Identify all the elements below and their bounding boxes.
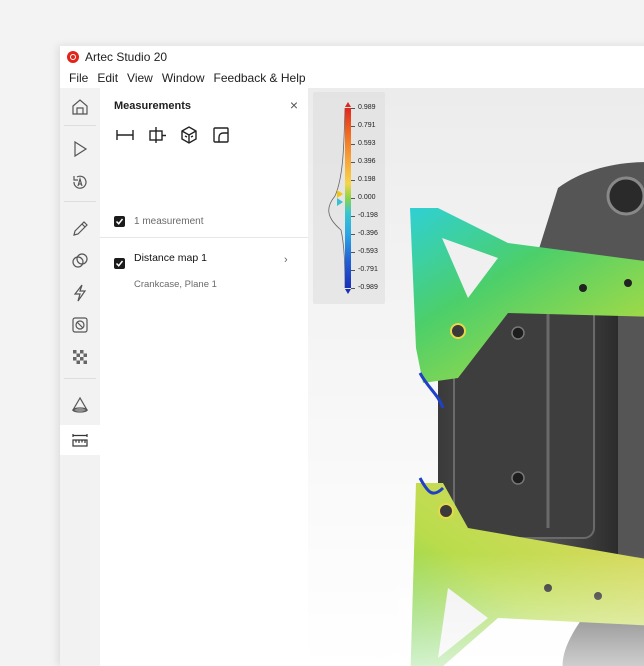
scale-tick: [351, 162, 355, 163]
3d-viewport[interactable]: 0.989 0.791 0.593 0.396 0.198 0.000 -0.198 -0.3…: [308, 88, 644, 666]
scale-tick: [351, 108, 355, 109]
close-icon[interactable]: ×: [290, 97, 298, 113]
fix-holes-button[interactable]: [60, 310, 100, 340]
scale-down-arrow-icon: [345, 289, 351, 294]
scale-tick: [351, 198, 355, 199]
area-tool-button[interactable]: [210, 124, 232, 146]
measure-icon: [72, 434, 88, 447]
scale-label: 0.198: [358, 176, 376, 183]
scale-label: -0.989: [358, 284, 378, 291]
toolbar-divider: [64, 125, 96, 126]
align-icon: [72, 253, 88, 268]
tools-button[interactable]: [60, 390, 100, 420]
menu-bar: File Edit View Window Feedback & Help: [60, 68, 644, 88]
section-tool-button[interactable]: [146, 124, 168, 146]
menu-window[interactable]: Window: [162, 71, 205, 85]
chevron-right-icon[interactable]: ›: [284, 254, 288, 266]
scale-tick: [351, 180, 355, 181]
scale-label: 0.000: [358, 194, 376, 201]
crankcase-model: [398, 148, 644, 666]
scale-label: -0.791: [358, 266, 378, 273]
upper-tolerance-marker-icon[interactable]: [337, 190, 343, 198]
menu-feedback-help[interactable]: Feedback & Help: [214, 71, 306, 85]
scale-label: 0.396: [358, 158, 376, 165]
prohibit-icon: [72, 317, 88, 333]
scale-tick: [351, 288, 355, 289]
distance-tool-button[interactable]: [114, 124, 136, 146]
autopilot-icon: [73, 175, 87, 189]
pencil-icon: [73, 221, 88, 236]
scale-tick: [351, 252, 355, 253]
scale-tick: [351, 270, 355, 271]
measurement-subtitle: Crankcase, Plane 1: [134, 279, 217, 290]
scale-up-arrow-icon: [345, 102, 351, 107]
texture-button[interactable]: [60, 342, 100, 372]
scan-button[interactable]: [60, 134, 100, 164]
scale-label: -0.198: [358, 212, 378, 219]
summary-checkbox[interactable]: [114, 216, 125, 227]
home-button[interactable]: [60, 92, 100, 122]
distance-tool-icon: [116, 130, 134, 140]
surface-distance-button[interactable]: [178, 124, 200, 146]
title-bar: Artec Studio 20: [60, 46, 644, 68]
scale-tick: [351, 234, 355, 235]
deviation-scale: 0.989 0.791 0.593 0.396 0.198 0.000 -0.198 -0.3…: [313, 92, 385, 304]
checkmark-icon: [115, 260, 124, 267]
toolbar-divider: [64, 201, 96, 202]
left-toolbar: [60, 88, 100, 666]
surface-distance-icon: [181, 126, 197, 144]
scale-label: -0.593: [358, 248, 378, 255]
window-title: Artec Studio 20: [85, 50, 168, 64]
measurement-count: 1 measurement: [134, 216, 204, 227]
autopilot-button[interactable]: [60, 167, 100, 197]
menu-file[interactable]: File: [69, 71, 88, 85]
scale-label: 0.791: [358, 122, 376, 129]
lightning-icon: [73, 284, 87, 302]
histogram-curve: [328, 108, 346, 288]
cone-icon: [71, 396, 89, 413]
section-tool-icon: [149, 127, 166, 143]
texture-icon: [73, 350, 87, 364]
checkmark-icon: [115, 218, 124, 225]
scale-tick: [351, 126, 355, 127]
panel-divider: [100, 237, 308, 238]
scale-tick: [351, 216, 355, 217]
item-checkbox[interactable]: [114, 258, 125, 269]
menu-edit[interactable]: Edit: [97, 71, 118, 85]
app-window: Artec Studio 20 File Edit View Window Fe…: [60, 46, 644, 666]
toolbar-divider: [64, 378, 96, 379]
lower-tolerance-marker-icon[interactable]: [337, 198, 343, 206]
play-icon: [74, 140, 88, 158]
scale-tick: [351, 144, 355, 145]
measurement-name[interactable]: Distance map 1: [134, 252, 207, 264]
home-icon: [72, 99, 88, 115]
editor-button[interactable]: [60, 214, 100, 244]
scale-label: 0.989: [358, 104, 376, 111]
artec-logo-icon: [67, 51, 79, 63]
scale-label: -0.396: [358, 230, 378, 237]
measurements-panel: Measurements × 1 measurement Distance ma…: [100, 88, 308, 666]
process-button[interactable]: [60, 278, 100, 308]
measures-button[interactable]: [60, 425, 100, 455]
align-button[interactable]: [60, 246, 100, 276]
area-icon: [213, 127, 229, 143]
menu-view[interactable]: View: [127, 71, 153, 85]
panel-title: Measurements: [114, 100, 192, 112]
scale-label: 0.593: [358, 140, 376, 147]
